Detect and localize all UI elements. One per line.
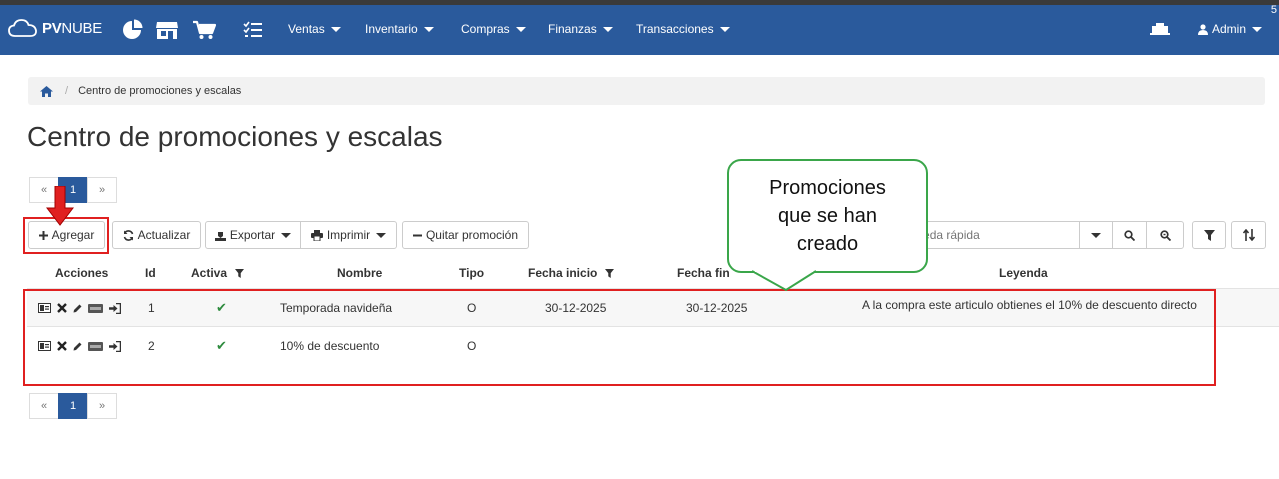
chevron-down-icon	[602, 26, 613, 32]
corner-number: 5	[1270, 4, 1277, 16]
filter-icon[interactable]	[605, 268, 615, 278]
header-id[interactable]: Id	[145, 266, 156, 280]
breadcrumb: / Centro de promociones y escalas	[28, 77, 1265, 105]
menu-finanzas-label: Finanzas	[548, 22, 597, 36]
pie-chart-icon[interactable]	[121, 19, 145, 41]
pagination-next[interactable]: »	[87, 393, 117, 419]
refresh-button[interactable]: Actualizar	[112, 221, 201, 249]
header-leyenda[interactable]: Leyenda	[999, 266, 1048, 280]
chevron-down-icon	[1091, 232, 1101, 238]
brand-bold: PV	[42, 19, 62, 37]
chevron-down-icon	[281, 232, 292, 238]
print-button-label: Imprimir	[326, 228, 371, 242]
callout-text: Promociones que se han creado	[769, 177, 886, 255]
top-navbar: PVNUBE Ventas Inventario Compras Finanza…	[0, 5, 1279, 55]
header-activa-label: Activa	[191, 266, 228, 280]
export-button[interactable]: Exportar	[205, 221, 301, 249]
header-acciones: Acciones	[55, 266, 109, 280]
tasks-icon[interactable]	[241, 19, 265, 41]
filter-icon[interactable]	[235, 268, 245, 278]
menu-inventario[interactable]: Inventario	[365, 22, 434, 36]
remove-promotion-button[interactable]: Quitar promoción	[402, 221, 529, 249]
user-icon	[1198, 23, 1208, 35]
sort-button[interactable]	[1231, 221, 1266, 249]
chevron-down-icon	[515, 26, 526, 32]
cloud-icon	[8, 19, 37, 37]
search-button[interactable]	[1112, 221, 1147, 249]
store-icon[interactable]	[155, 19, 179, 41]
brand-logo[interactable]: PVNUBE	[8, 18, 102, 38]
pagination-next[interactable]: »	[87, 177, 117, 203]
breadcrumb-separator: /	[65, 85, 69, 97]
search-plus-icon	[1159, 229, 1171, 241]
chevron-down-icon	[376, 232, 387, 238]
brand-rest: NUBE	[61, 19, 102, 37]
export-icon	[214, 230, 226, 241]
header-fecha-inicio[interactable]: Fecha inicio	[528, 266, 615, 280]
menu-ventas[interactable]: Ventas	[288, 22, 341, 36]
remove-promotion-label: Quitar promoción	[425, 228, 519, 242]
chevron-down-icon	[719, 26, 730, 32]
refresh-button-label: Actualizar	[137, 228, 191, 242]
header-fecha-fin[interactable]: Fecha fin	[677, 266, 730, 280]
menu-inventario-label: Inventario	[365, 22, 418, 36]
header-activa[interactable]: Activa	[191, 266, 245, 280]
print-button[interactable]: Imprimir	[300, 221, 397, 249]
user-menu[interactable]: Admin	[1198, 22, 1263, 36]
print-icon	[310, 229, 323, 241]
callout-bubble: Promociones que se han creado	[727, 159, 928, 273]
header-fecha-inicio-label: Fecha inicio	[528, 266, 598, 280]
menu-transacciones[interactable]: Transacciones	[636, 22, 730, 36]
chevron-down-icon	[1252, 26, 1263, 32]
cart-icon[interactable]	[192, 19, 216, 41]
red-arrow-icon	[46, 186, 74, 226]
truck-icon[interactable]	[1148, 19, 1172, 41]
callout-pointer	[752, 270, 817, 292]
refresh-icon	[123, 229, 134, 241]
home-icon[interactable]	[40, 85, 53, 97]
chevron-down-icon	[423, 26, 434, 32]
user-name: Admin	[1212, 22, 1247, 36]
search-dropdown-button[interactable]	[1079, 221, 1113, 249]
page-title: Centro de promociones y escalas	[27, 121, 443, 152]
sort-icon	[1242, 229, 1255, 241]
pagination-bottom: « 1 »	[29, 393, 117, 419]
breadcrumb-current: Centro de promociones y escalas	[78, 85, 242, 97]
menu-finanzas[interactable]: Finanzas	[548, 22, 613, 36]
pagination-page[interactable]: 1	[58, 393, 88, 419]
header-nombre[interactable]: Nombre	[337, 266, 382, 280]
rows-highlight	[23, 289, 1216, 386]
filter-button[interactable]	[1192, 221, 1226, 249]
advanced-search-button[interactable]	[1146, 221, 1184, 249]
menu-compras-label: Compras	[461, 22, 510, 36]
table-header: Acciones Id Activa Nombre Tipo Fecha ini…	[0, 266, 1279, 288]
pagination-prev[interactable]: «	[29, 393, 59, 419]
menu-ventas-label: Ventas	[288, 22, 325, 36]
export-button-label: Exportar	[229, 228, 276, 242]
filter-icon	[1203, 229, 1215, 241]
menu-transacciones-label: Transacciones	[636, 22, 714, 36]
minus-icon	[412, 231, 422, 240]
menu-compras[interactable]: Compras	[461, 22, 526, 36]
search-icon	[1124, 229, 1135, 241]
header-tipo[interactable]: Tipo	[459, 266, 484, 280]
chevron-down-icon	[330, 26, 341, 32]
